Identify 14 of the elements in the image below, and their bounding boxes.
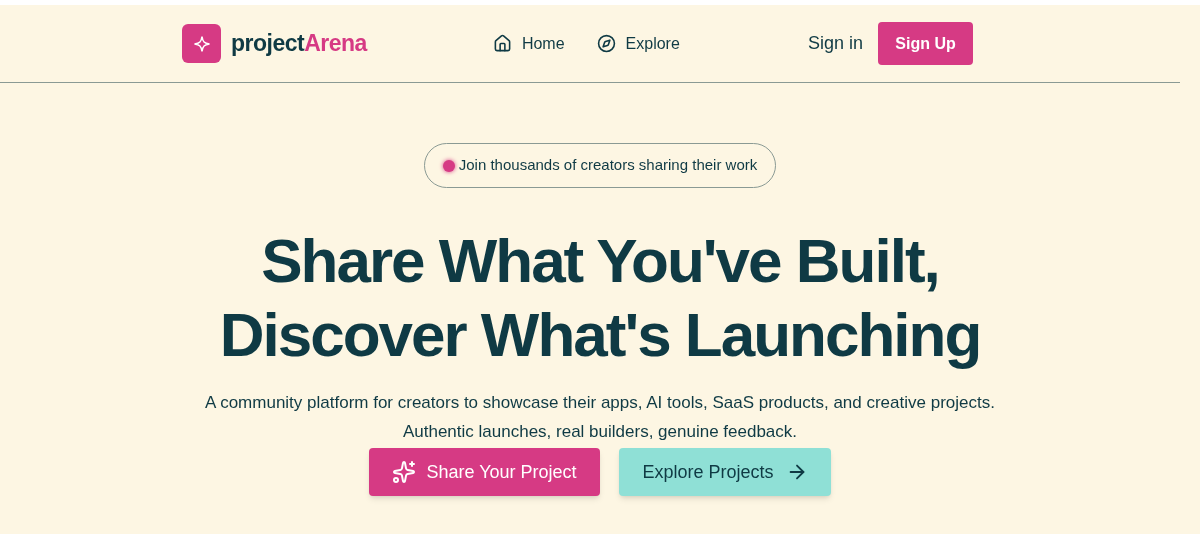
sign-in-link[interactable]: Sign in [807, 30, 863, 57]
logo-text[interactable]: projectArena [231, 26, 367, 61]
nav-link[interactable]: Explore [596, 31, 680, 56]
explore-projects-button[interactable]: Explore Projects [619, 448, 831, 496]
sign-up-button[interactable]: Sign Up [878, 22, 973, 65]
compass-icon [596, 34, 616, 53]
badge-text: Join thousands of creators sharing their work [458, 155, 758, 176]
logo-icon [182, 24, 221, 63]
home-icon [492, 34, 512, 53]
hero-heading: Share What You've Built, Discover What's Launching [219, 225, 981, 371]
hero-subtitle: A community platform for creators to showcase their apps, AI tools, SaaS products, and creative projects. Authentic launches, real builders, genuine feedback. [204, 392, 996, 443]
share-project-button[interactable]: Share Your Project [369, 448, 600, 496]
nav-link[interactable]: Home [492, 31, 565, 56]
sparkles-icon [392, 460, 417, 484]
